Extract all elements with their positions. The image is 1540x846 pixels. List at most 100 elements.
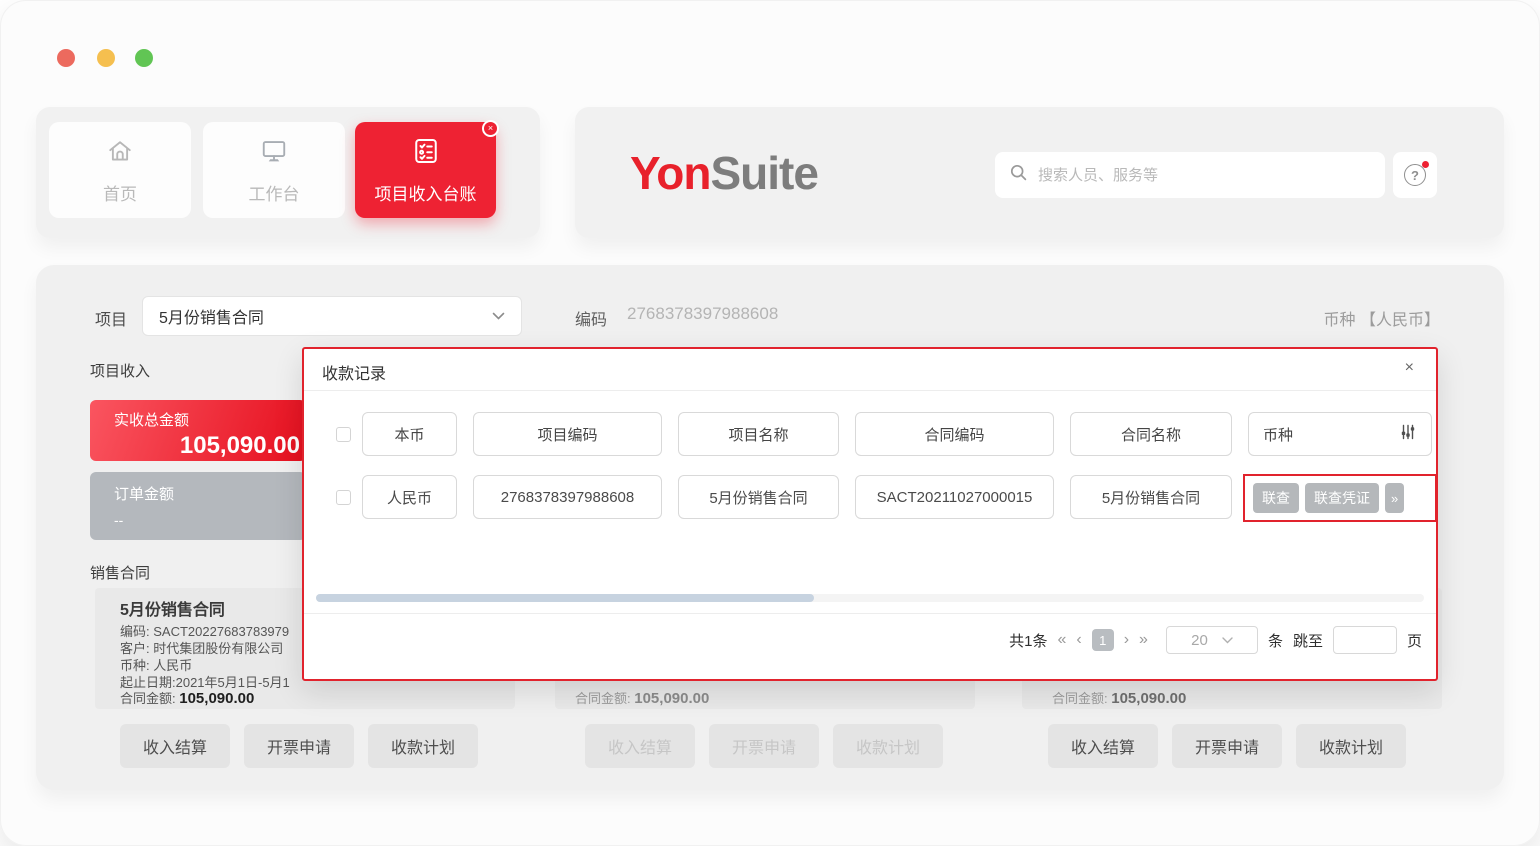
income-settle-button[interactable]: 收入结算 bbox=[1048, 724, 1158, 768]
divider bbox=[304, 613, 1436, 614]
income-section-label: 项目收入 bbox=[90, 360, 150, 381]
jump-page-input[interactable] bbox=[1333, 626, 1397, 654]
search-icon bbox=[1009, 163, 1028, 187]
row-cell-contract-code: SACT20211027000015 bbox=[855, 475, 1054, 519]
checklist-icon bbox=[411, 136, 441, 171]
pagination-total: 共1条 bbox=[1009, 630, 1047, 651]
tab-bar: 首页 工作台 项目收入台账 × bbox=[36, 107, 540, 238]
modal-close-icon[interactable]: × bbox=[1405, 359, 1414, 377]
contract-3-actions: 收入结算 开票申请 收款计划 bbox=[1048, 724, 1406, 768]
order-amount-label: 订单金额 bbox=[114, 483, 300, 504]
next-page-icon[interactable]: › bbox=[1124, 631, 1129, 649]
prev-page-icon[interactable]: ‹ bbox=[1076, 631, 1081, 649]
row-cell-local-currency: 人民币 bbox=[362, 475, 457, 519]
horizontal-scrollbar-thumb[interactable] bbox=[316, 594, 814, 602]
app-header: YonSuite ? bbox=[575, 107, 1504, 238]
page-size-select[interactable]: 20 bbox=[1166, 626, 1258, 654]
yonsuite-logo: YonSuite bbox=[630, 147, 818, 199]
first-page-icon[interactable]: « bbox=[1057, 631, 1066, 649]
pagination: 共1条 « ‹ 1 › » 20 条 跳至 页 bbox=[1009, 625, 1422, 655]
invoice-apply-button[interactable]: 开票申请 bbox=[709, 724, 819, 768]
payment-plan-button[interactable]: 收款计划 bbox=[1296, 724, 1406, 768]
column-header-contract-code: 合同编码 bbox=[855, 412, 1054, 456]
column-header-currency: 币种 bbox=[1248, 412, 1432, 456]
row-cell-project-name: 5月份销售合同 bbox=[678, 475, 839, 519]
chevron-down-icon bbox=[492, 312, 505, 320]
contract-title: 5月份销售合同 bbox=[120, 596, 225, 620]
row-checkbox[interactable] bbox=[336, 490, 351, 505]
window-zoom-button[interactable] bbox=[135, 49, 153, 67]
contract-amount: 合同金额: 105,090.00 bbox=[120, 688, 254, 707]
row-cell-contract-name: 5月份销售合同 bbox=[1070, 475, 1232, 519]
project-select[interactable]: 5月份销售合同 bbox=[142, 296, 522, 336]
screen: 首页 工作台 项目收入台账 × bbox=[0, 0, 1540, 846]
invoice-apply-button[interactable]: 开票申请 bbox=[1172, 724, 1282, 768]
last-page-icon[interactable]: » bbox=[1139, 631, 1148, 649]
monitor-icon bbox=[259, 136, 289, 171]
contract-amount-label: 合同金额: bbox=[575, 691, 631, 706]
linked-query-button[interactable]: 联查 bbox=[1253, 483, 1299, 513]
contract-amount-value: 105,090.00 bbox=[179, 690, 254, 707]
notification-dot bbox=[1422, 161, 1429, 168]
column-header-local-currency: 本币 bbox=[362, 412, 457, 456]
income-settle-button[interactable]: 收入结算 bbox=[120, 724, 230, 768]
search-box bbox=[995, 152, 1385, 198]
received-amount-label: 实收总金额 bbox=[114, 409, 300, 430]
currency-header-label: 币种 bbox=[1263, 424, 1293, 445]
tab-workbench[interactable]: 工作台 bbox=[203, 122, 345, 218]
tab-workbench-label: 工作台 bbox=[249, 180, 300, 205]
horizontal-scrollbar-track bbox=[316, 594, 1424, 602]
logo-suite: Suite bbox=[710, 147, 817, 199]
contracts-section-label: 销售合同 bbox=[90, 562, 150, 583]
modal-title: 收款记录 bbox=[322, 360, 386, 384]
currency-info: 币种 【人民币】 bbox=[1200, 306, 1440, 330]
project-label: 项目 bbox=[95, 306, 127, 330]
help-button[interactable]: ? bbox=[1393, 152, 1437, 198]
project-select-value: 5月份销售合同 bbox=[159, 304, 264, 328]
contract-amount: 合同金额: 105,090.00 bbox=[1052, 688, 1186, 707]
tab-home-label: 首页 bbox=[103, 180, 137, 205]
select-all-checkbox[interactable] bbox=[336, 427, 351, 442]
jump-label: 跳至 bbox=[1293, 630, 1323, 651]
code-value: 2768378397988608 bbox=[627, 304, 778, 324]
contract-amount-value: 105,090.00 bbox=[1111, 690, 1186, 707]
page-size-value: 20 bbox=[1191, 632, 1208, 649]
income-settle-button[interactable]: 收入结算 bbox=[585, 724, 695, 768]
received-amount-card: 实收总金额 105,090.00 bbox=[90, 400, 306, 461]
contract-amount: 合同金额: 105,090.00 bbox=[575, 688, 709, 707]
search-input[interactable] bbox=[1038, 167, 1371, 184]
row-cell-project-code: 2768378397988608 bbox=[473, 475, 662, 519]
linked-query-voucher-button[interactable]: 联查凭证 bbox=[1305, 483, 1379, 513]
contract-1-actions: 收入结算 开票申请 收款计划 bbox=[120, 724, 478, 768]
order-amount-card: 订单金额 -- bbox=[90, 472, 306, 540]
tab-project-income-ledger[interactable]: 项目收入台账 bbox=[355, 122, 496, 218]
tab-close-icon[interactable]: × bbox=[482, 120, 499, 137]
column-header-project-code: 项目编码 bbox=[473, 412, 662, 456]
column-header-project-name: 项目名称 bbox=[678, 412, 839, 456]
payment-plan-button[interactable]: 收款计划 bbox=[368, 724, 478, 768]
order-amount-value: -- bbox=[114, 512, 300, 528]
payment-records-modal: 收款记录 × 本币 项目编码 项目名称 合同编码 合同名称 币种 人民币 276… bbox=[302, 347, 1438, 681]
home-icon bbox=[105, 136, 135, 171]
tab-ledger-label: 项目收入台账 bbox=[375, 180, 477, 205]
tab-home[interactable]: 首页 bbox=[49, 122, 191, 218]
logo-yon: Yon bbox=[630, 147, 710, 199]
contract-amount-label: 合同金额: bbox=[120, 691, 176, 706]
current-page-badge[interactable]: 1 bbox=[1092, 629, 1114, 651]
pagination-unit: 条 bbox=[1268, 630, 1283, 651]
payment-plan-button[interactable]: 收款计划 bbox=[833, 724, 943, 768]
column-settings-icon[interactable] bbox=[1399, 423, 1417, 445]
column-header-contract-name: 合同名称 bbox=[1070, 412, 1232, 456]
window-close-button[interactable] bbox=[57, 49, 75, 67]
contract-amount-label: 合同金额: bbox=[1052, 691, 1108, 706]
contract-amount-value: 105,090.00 bbox=[634, 690, 709, 707]
contract-2-actions: 收入结算 开票申请 收款计划 bbox=[585, 724, 943, 768]
code-label: 编码 bbox=[575, 306, 607, 330]
more-actions-button[interactable]: » bbox=[1385, 483, 1404, 513]
invoice-apply-button[interactable]: 开票申请 bbox=[244, 724, 354, 768]
chevron-down-icon bbox=[1222, 637, 1233, 644]
received-amount-value: 105,090.00 bbox=[114, 432, 300, 460]
divider bbox=[304, 390, 1436, 391]
window-minimize-button[interactable] bbox=[97, 49, 115, 67]
row-actions-highlight-box: 联查 联查凭证 » bbox=[1243, 474, 1437, 522]
